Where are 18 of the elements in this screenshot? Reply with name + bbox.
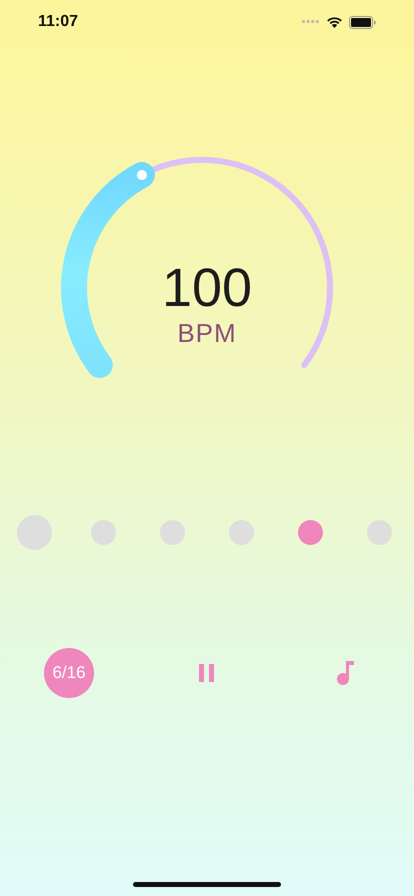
beat-dot[interactable] [229,520,254,544]
music-note-icon [336,661,354,685]
sound-button[interactable] [336,661,354,685]
beat-dot[interactable] [298,520,323,544]
wifi-icon [326,16,343,28]
pause-icon [199,664,215,682]
beat-dot[interactable] [367,520,392,544]
beat-dot[interactable] [91,520,116,544]
dial-handle[interactable] [136,170,147,180]
beat-dot[interactable] [17,514,52,550]
beat-dot[interactable] [160,520,185,544]
battery-icon [349,16,376,28]
tempo-unit: BPM [177,318,237,348]
signal-icon [302,20,320,24]
counter-button[interactable]: 6/16 [44,648,94,698]
status-time: 11:07 [38,13,78,31]
tempo-value: 100 [162,258,252,318]
play-pause-button[interactable] [199,664,215,682]
